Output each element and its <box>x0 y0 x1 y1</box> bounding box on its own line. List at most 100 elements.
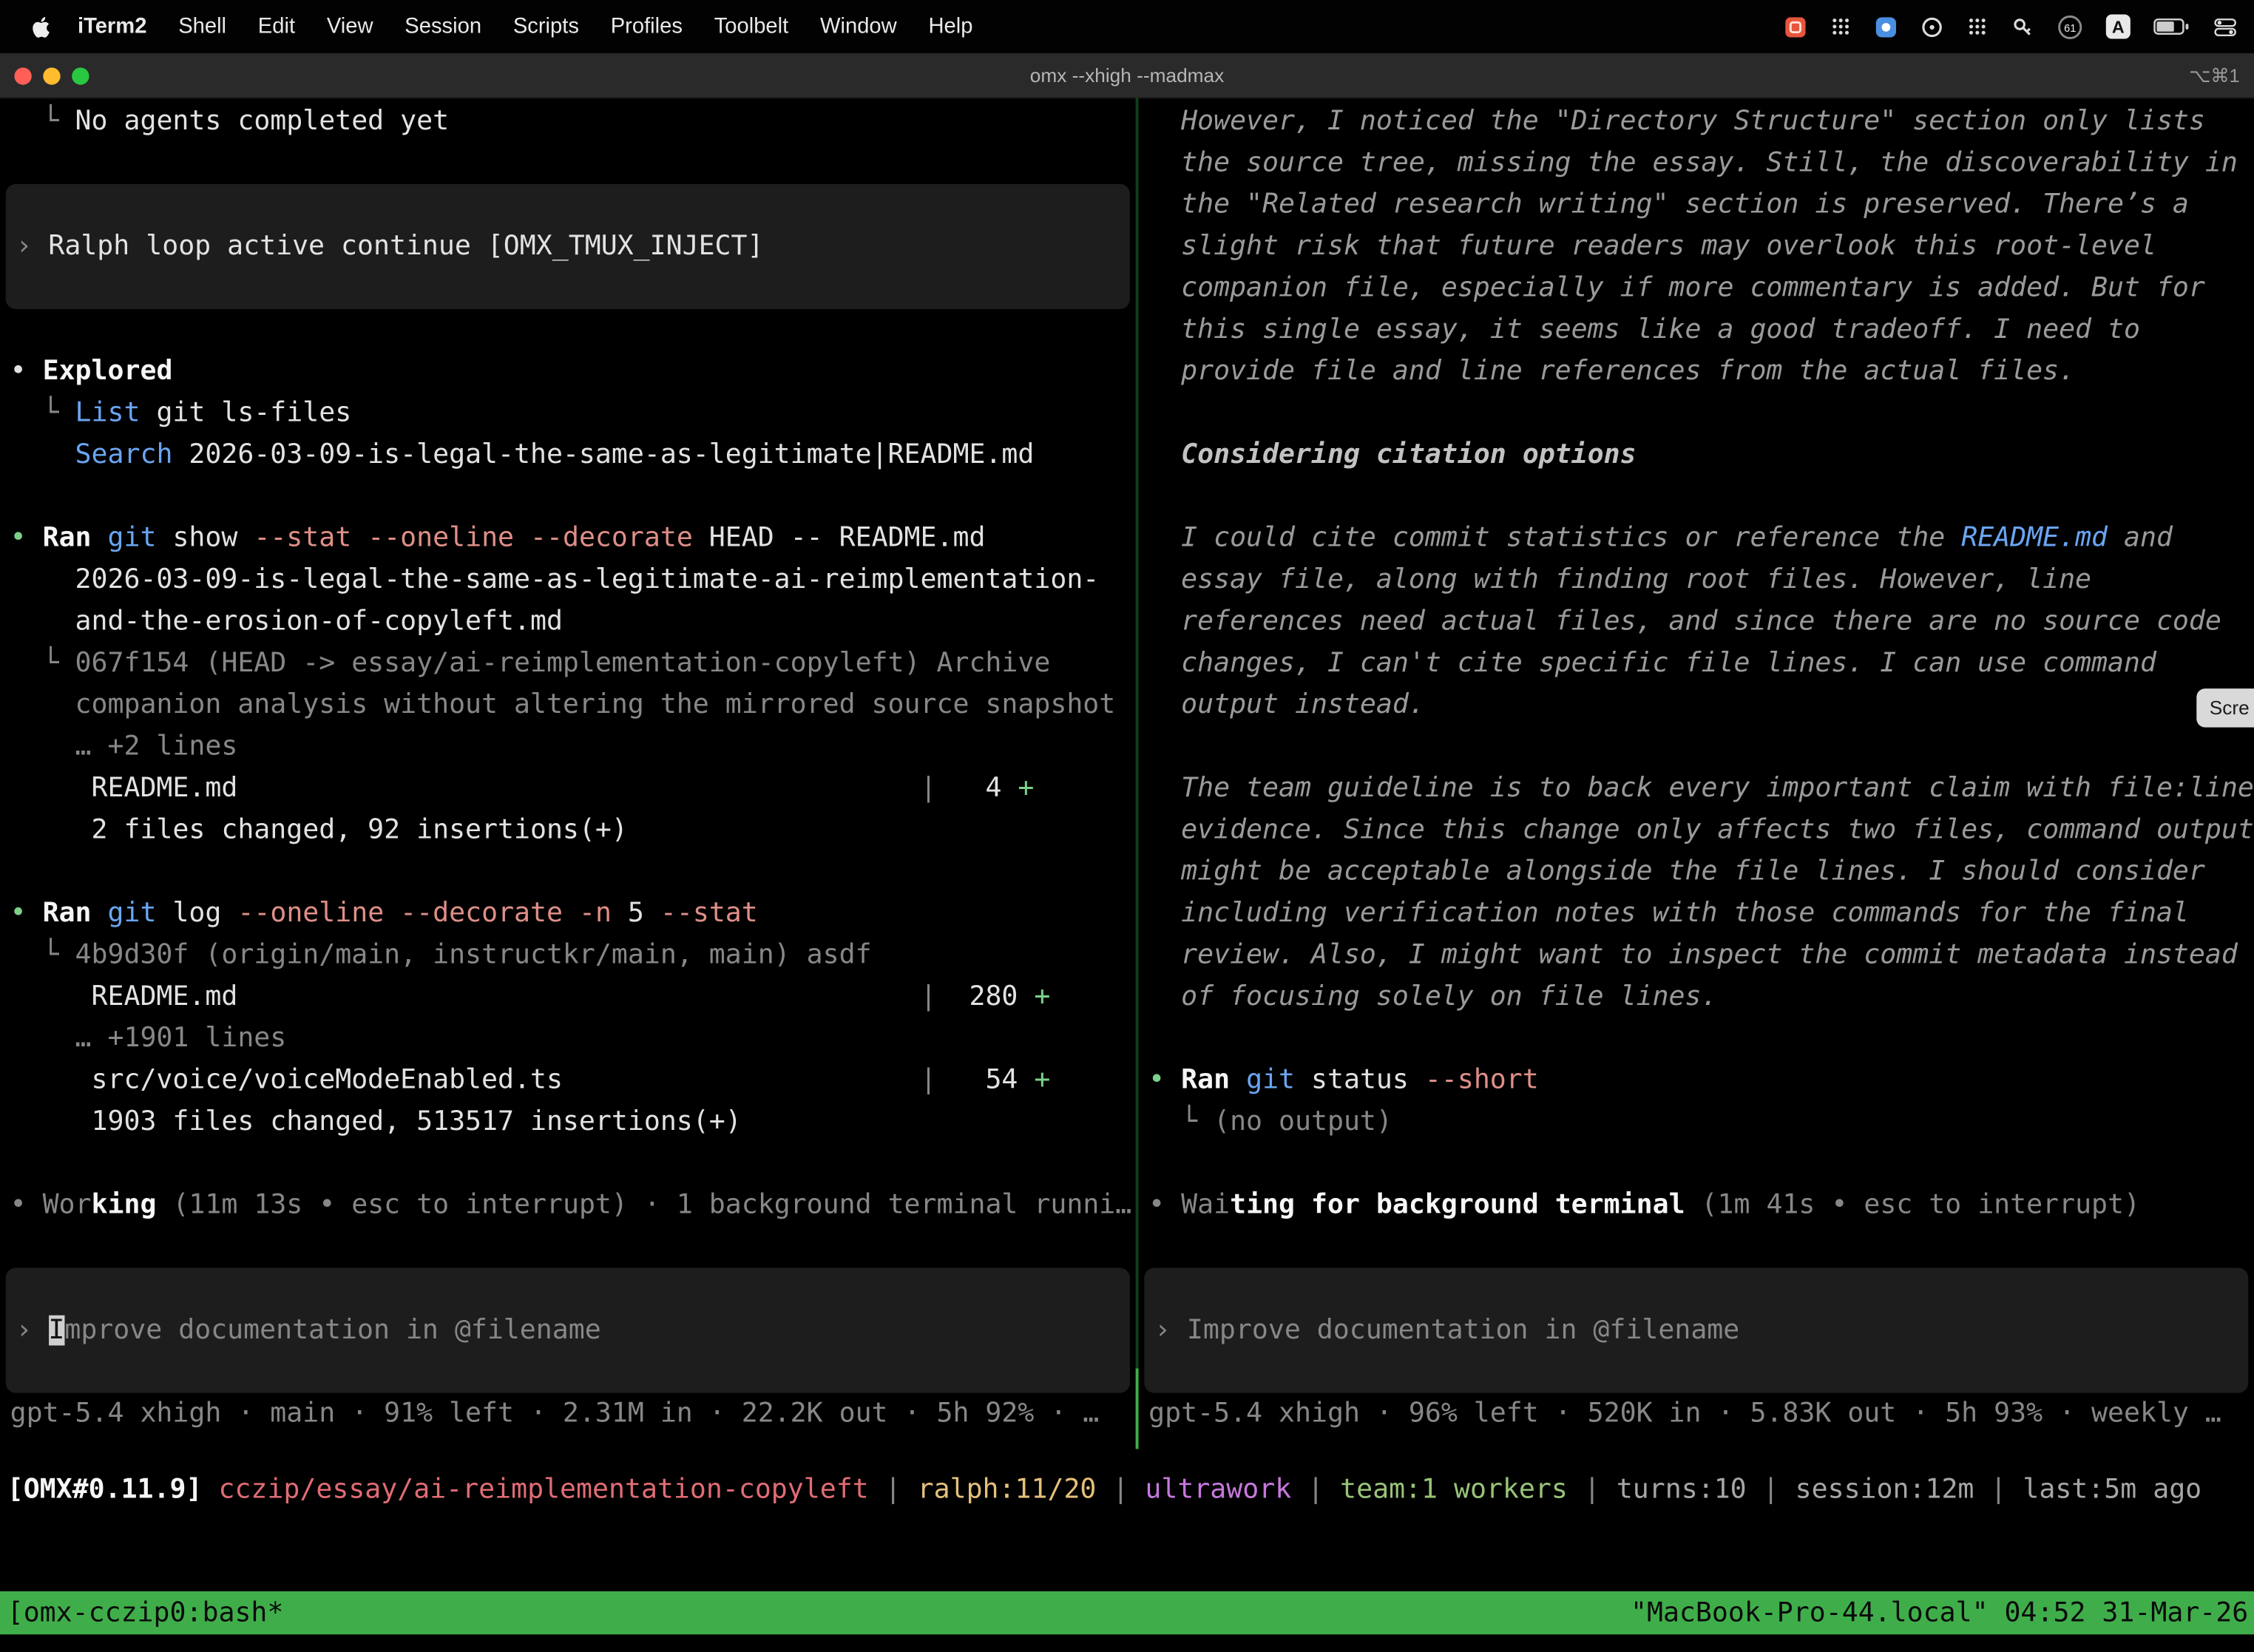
injected-command-box[interactable]: › Ralph loop active continue [OMX_TMUX_I… <box>6 184 1130 309</box>
omx-status-line: [OMX#0.11.9] cczip/essay/ai-reimplementa… <box>0 1469 2254 1511</box>
dots-grid-icon[interactable] <box>1966 16 1988 37</box>
terminal-line <box>1139 393 2254 434</box>
composer-text-left: › Improve documentation in @filename <box>6 1310 1130 1351</box>
terminal-line: might be acceptable alongside the file l… <box>1139 851 2254 893</box>
terminal-line: references need actual files, and since … <box>1139 601 2254 643</box>
terminal-line <box>0 851 1136 893</box>
svg-text:61: 61 <box>2064 22 2076 34</box>
terminal-line: └ No agents completed yet <box>0 101 1136 142</box>
terminal-line: changes, I can't cite specific file line… <box>1139 643 2254 684</box>
minimize-button[interactable] <box>43 67 60 84</box>
terminal-line <box>0 309 1136 351</box>
terminal-line <box>1139 1226 2254 1267</box>
menu-shell[interactable]: Shell <box>163 14 243 38</box>
battery-icon[interactable] <box>2153 17 2191 35</box>
terminal-line: provide file and line references from th… <box>1139 351 2254 392</box>
terminal-line: evidence. Since this change only affects… <box>1139 809 2254 850</box>
terminal-line: src/voice/voiceModeEnabled.ts | 54 + <box>0 1060 1136 1101</box>
terminal-line <box>1139 1018 2254 1059</box>
terminal-line: • Ran git status --short <box>1139 1060 2254 1101</box>
screen-recording-icon[interactable] <box>1784 15 1807 38</box>
menu-help[interactable]: Help <box>913 14 989 38</box>
terminal-line: review. Also, I might want to inspect th… <box>1139 935 2254 976</box>
composer-input-left[interactable]: › Improve documentation in @filename <box>6 1268 1130 1393</box>
terminal-line <box>0 1142 1136 1184</box>
session-status-right: gpt-5.4 xhigh · 96% left · 520K in · 5.8… <box>1139 1393 2254 1435</box>
blue-app-icon[interactable] <box>1875 15 1898 38</box>
tmux-status-bar: [omx-cczip0:bash* "MacBook-Pro-44.local"… <box>0 1591 2254 1634</box>
terminal-line: Search 2026-03-09-is-legal-the-same-as-l… <box>0 434 1136 475</box>
terminal-line: slight risk that future readers may over… <box>1139 226 2254 267</box>
terminal-line <box>1144 1268 2248 1310</box>
terminal-line: README.md | 4 + <box>0 768 1136 809</box>
control-center-icon[interactable] <box>2214 15 2237 38</box>
monitor-gauge-icon[interactable]: 61 <box>2057 13 2083 39</box>
key-icon[interactable] <box>2011 15 2034 38</box>
input-source-icon[interactable]: A <box>2106 14 2131 38</box>
terminal-line <box>0 475 1136 517</box>
window-shortcut-badge: ⌥⌘1 <box>2189 64 2239 87</box>
thinking-heading: Considering citation options <box>1139 434 2254 475</box>
menu-iterm2[interactable]: iTerm2 <box>62 14 163 38</box>
terminal-line: companion file, especially if more comme… <box>1139 268 2254 309</box>
menu-edit[interactable]: Edit <box>242 14 311 38</box>
menu-scripts[interactable]: Scripts <box>497 14 595 38</box>
terminal-pane-left[interactable]: └ No agents completed yet › Ralph loop a… <box>0 98 1136 1449</box>
terminal-line <box>1144 1351 2248 1392</box>
terminal-line: … +1901 lines <box>0 1018 1136 1059</box>
terminal-line: README.md | 280 + <box>0 976 1136 1018</box>
terminal-line: companion analysis without altering the … <box>0 684 1136 725</box>
terminal-line: this single essay, it seems like a good … <box>1139 309 2254 351</box>
apple-menu-icon[interactable] <box>32 13 53 39</box>
terminal-line: However, I noticed the "Directory Struct… <box>1139 101 2254 142</box>
terminal-line: essay file, along with finding root file… <box>1139 559 2254 600</box>
terminal-line: … +2 lines <box>0 726 1136 768</box>
close-button[interactable] <box>14 67 31 84</box>
terminal-area: └ No agents completed yet › Ralph loop a… <box>0 98 2254 1593</box>
menu-window[interactable]: Window <box>805 14 913 38</box>
ring-app-icon[interactable] <box>1920 15 1943 38</box>
terminal-line: • Explored <box>0 351 1136 392</box>
menu-view[interactable]: View <box>311 14 388 38</box>
terminal-line <box>6 1351 1130 1392</box>
waiting-status-line: • Waiting for background terminal (1m 41… <box>1139 1185 2254 1226</box>
terminal-line <box>1139 475 2254 517</box>
terminal-line: the "Related research writing" section i… <box>1139 184 2254 226</box>
menu-bar-items: iTerm2ShellEditViewSessionScriptsProfile… <box>62 14 989 38</box>
terminal-line <box>1139 726 2254 768</box>
terminal-line: • Ran git log --oneline --decorate -n 5 … <box>0 893 1136 934</box>
terminal-line <box>0 142 1136 183</box>
terminal-line: of focusing solely on file lines. <box>1139 976 2254 1018</box>
terminal-line: 2026-03-09-is-legal-the-same-as-legitima… <box>0 559 1136 600</box>
terminal-line: └ 4b9d30f (origin/main, instructkr/main,… <box>0 935 1136 976</box>
terminal-pane-right[interactable]: However, I noticed the "Directory Struct… <box>1139 98 2254 1449</box>
terminal-line: └ 067f154 (HEAD -> essay/ai-reimplementa… <box>0 643 1136 684</box>
terminal-line: • Ran git show --stat --oneline --decora… <box>0 518 1136 559</box>
terminal-line: The team guideline is to back every impo… <box>1139 768 2254 809</box>
terminal-line: └ List git ls-files <box>0 393 1136 434</box>
screen-overlay-button[interactable]: Scre <box>2196 688 2254 727</box>
tmux-session-window[interactable]: [omx-cczip0:bash* <box>0 1598 283 1628</box>
composer-text-right: › Improve documentation in @filename <box>1144 1310 2248 1351</box>
menu-profiles[interactable]: Profiles <box>595 14 698 38</box>
menu-toolbelt[interactable]: Toolbelt <box>698 14 804 38</box>
terminal-line <box>6 1268 1130 1310</box>
window-titlebar[interactable]: omx --xhigh --madmax ⌥⌘1 <box>0 53 2254 99</box>
terminal-line: 2 files changed, 92 insertions(+) <box>0 809 1136 850</box>
terminal-line: and-the-erosion-of-copyleft.md <box>0 601 1136 643</box>
working-status-line: • Working (11m 13s • esc to interrupt) ·… <box>0 1185 1136 1226</box>
window-title: omx --xhigh --madmax <box>0 64 2254 86</box>
composer-input-right[interactable]: › Improve documentation in @filename <box>1144 1268 2248 1393</box>
terminal-line <box>6 184 1130 226</box>
terminal-line: └ (no output) <box>1139 1101 2254 1142</box>
menu-session[interactable]: Session <box>389 14 498 38</box>
zoom-button[interactable] <box>72 67 89 84</box>
keyboard-grid-icon[interactable] <box>1830 16 1852 37</box>
tmux-host-datetime: "MacBook-Pro-44.local" 04:52 31-Mar-26 <box>1631 1598 2254 1628</box>
terminal-line: including verification notes with those … <box>1139 893 2254 934</box>
terminal-line <box>1139 1142 2254 1184</box>
terminal-line: the source tree, missing the essay. Stil… <box>1139 142 2254 183</box>
screen: iTerm2ShellEditViewSessionScriptsProfile… <box>0 0 2254 1652</box>
menu-bar-extras: 61 A <box>1784 13 2236 39</box>
terminal-line: 1903 files changed, 513517 insertions(+) <box>0 1101 1136 1142</box>
